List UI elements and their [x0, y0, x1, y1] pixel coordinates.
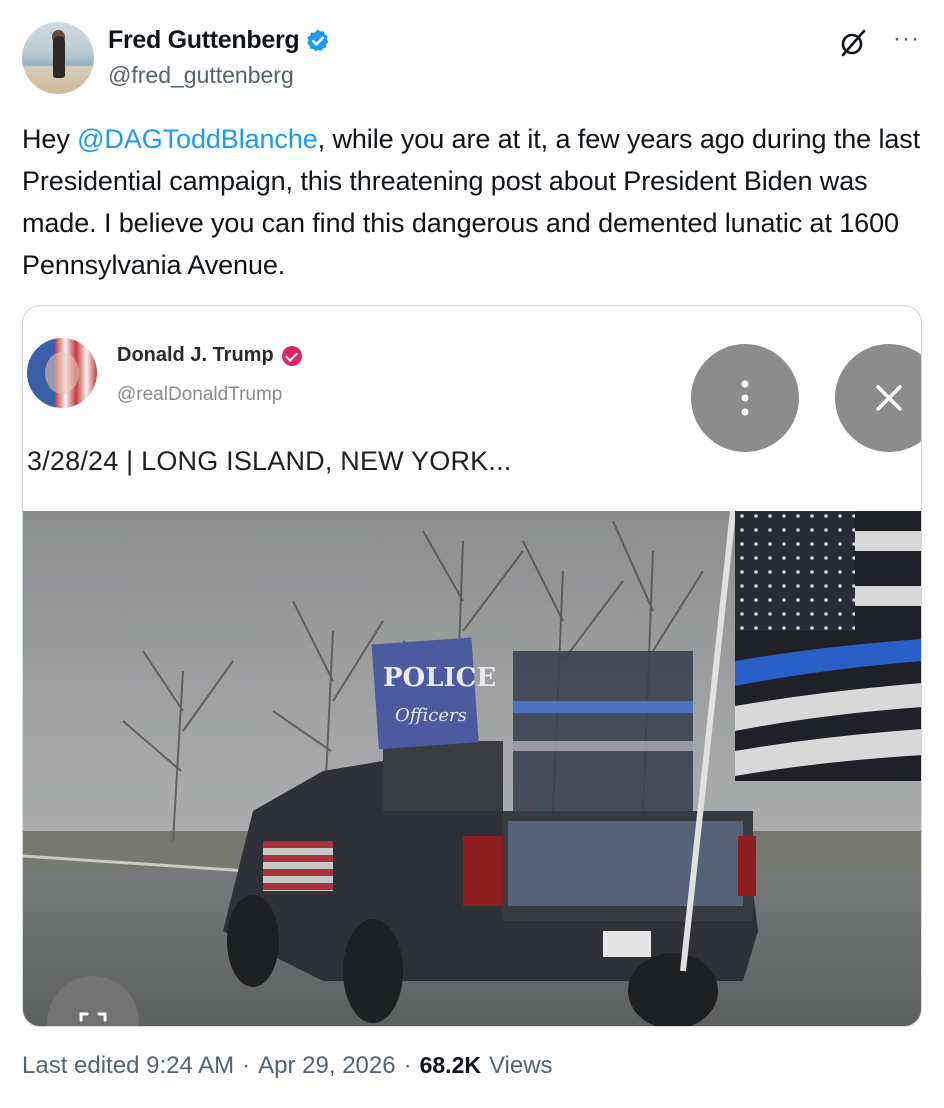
- expand-icon[interactable]: [47, 976, 139, 1026]
- embedded-verified-icon: [281, 345, 302, 366]
- mention-link[interactable]: @DAGToddBlanche: [77, 124, 318, 154]
- close-icon[interactable]: [835, 344, 921, 452]
- separator-dot-2: ·: [403, 1052, 412, 1079]
- tweet-header: Fred Guttenberg @fred_guttenberg ···: [22, 22, 922, 98]
- tweet-metadata: Last edited 9:24 AM · Apr 29, 2026 · 68.…: [22, 1052, 553, 1080]
- author-avatar[interactable]: [22, 22, 94, 94]
- embedded-avatar: [27, 338, 97, 408]
- more-options-icon[interactable]: [691, 344, 799, 452]
- post-date[interactable]: Apr 29, 2026: [258, 1052, 395, 1080]
- tweet-text-prefix: Hey: [22, 124, 78, 154]
- author-name-row: Fred Guttenberg: [108, 26, 331, 55]
- media-attachment[interactable]: Donald J. Trump @realDonaldTrump 3/28/24…: [22, 305, 922, 1027]
- tweet-text: Hey @DAGToddBlanche, while you are at it…: [22, 118, 922, 286]
- embedded-handle: @realDonaldTrump: [117, 384, 283, 405]
- photo-sign-police: POLICE: [383, 663, 496, 693]
- author-handle[interactable]: @fred_guttenberg: [108, 62, 294, 89]
- views-label: Views: [488, 1052, 553, 1079]
- separator-dot: ·: [242, 1052, 251, 1079]
- embedded-name-row: Donald J. Trump: [117, 344, 302, 367]
- embedded-caption: 3/28/24 | LONG ISLAND, NEW YORK...: [27, 446, 512, 476]
- grok-icon[interactable]: [838, 28, 868, 58]
- author-name[interactable]: Fred Guttenberg: [108, 26, 300, 55]
- more-icon[interactable]: ···: [893, 24, 920, 54]
- verified-badge-icon: [307, 29, 329, 51]
- embedded-name: Donald J. Trump: [117, 344, 274, 366]
- edited-timestamp[interactable]: Last edited 9:24 AM: [22, 1052, 234, 1080]
- views-count[interactable]: 68.2K: [420, 1052, 481, 1079]
- photo-sign-officers: Officers: [395, 705, 467, 726]
- truck-photo: POLICE Officers: [23, 511, 921, 1026]
